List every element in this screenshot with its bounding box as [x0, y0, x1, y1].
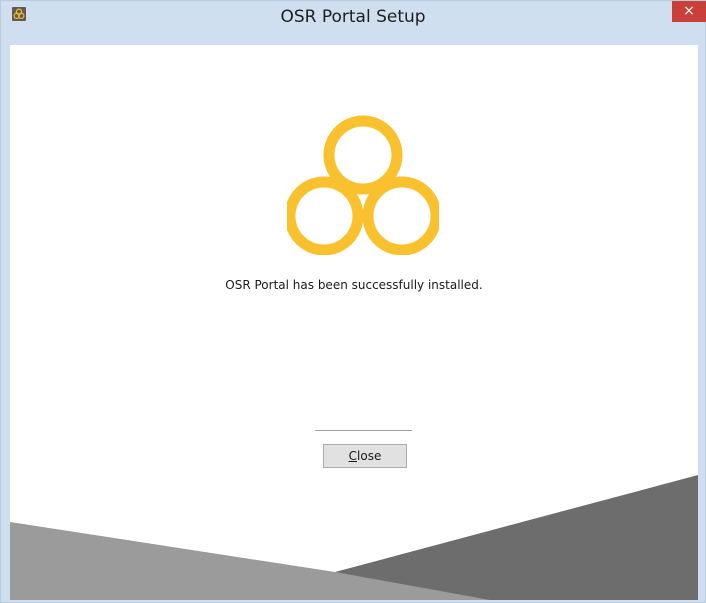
close-button[interactable]: Close: [323, 444, 407, 468]
close-icon: ×: [683, 3, 695, 19]
close-button-label: lose: [357, 449, 382, 463]
success-message: OSR Portal has been successfully install…: [225, 278, 483, 292]
setup-window: OSR Portal Setup × OSR Portal has been s…: [0, 0, 706, 603]
osr-trefoil-logo: [284, 115, 442, 259]
content-area: OSR Portal has been successfully install…: [10, 45, 698, 600]
window-close-button[interactable]: ×: [672, 1, 706, 22]
footer-dark-shape: [335, 475, 698, 600]
title-bar[interactable]: OSR Portal Setup ×: [1, 1, 706, 45]
window-title: OSR Portal Setup: [280, 7, 426, 27]
close-button-mnemonic: C: [348, 449, 358, 463]
separator-line: [315, 430, 412, 431]
